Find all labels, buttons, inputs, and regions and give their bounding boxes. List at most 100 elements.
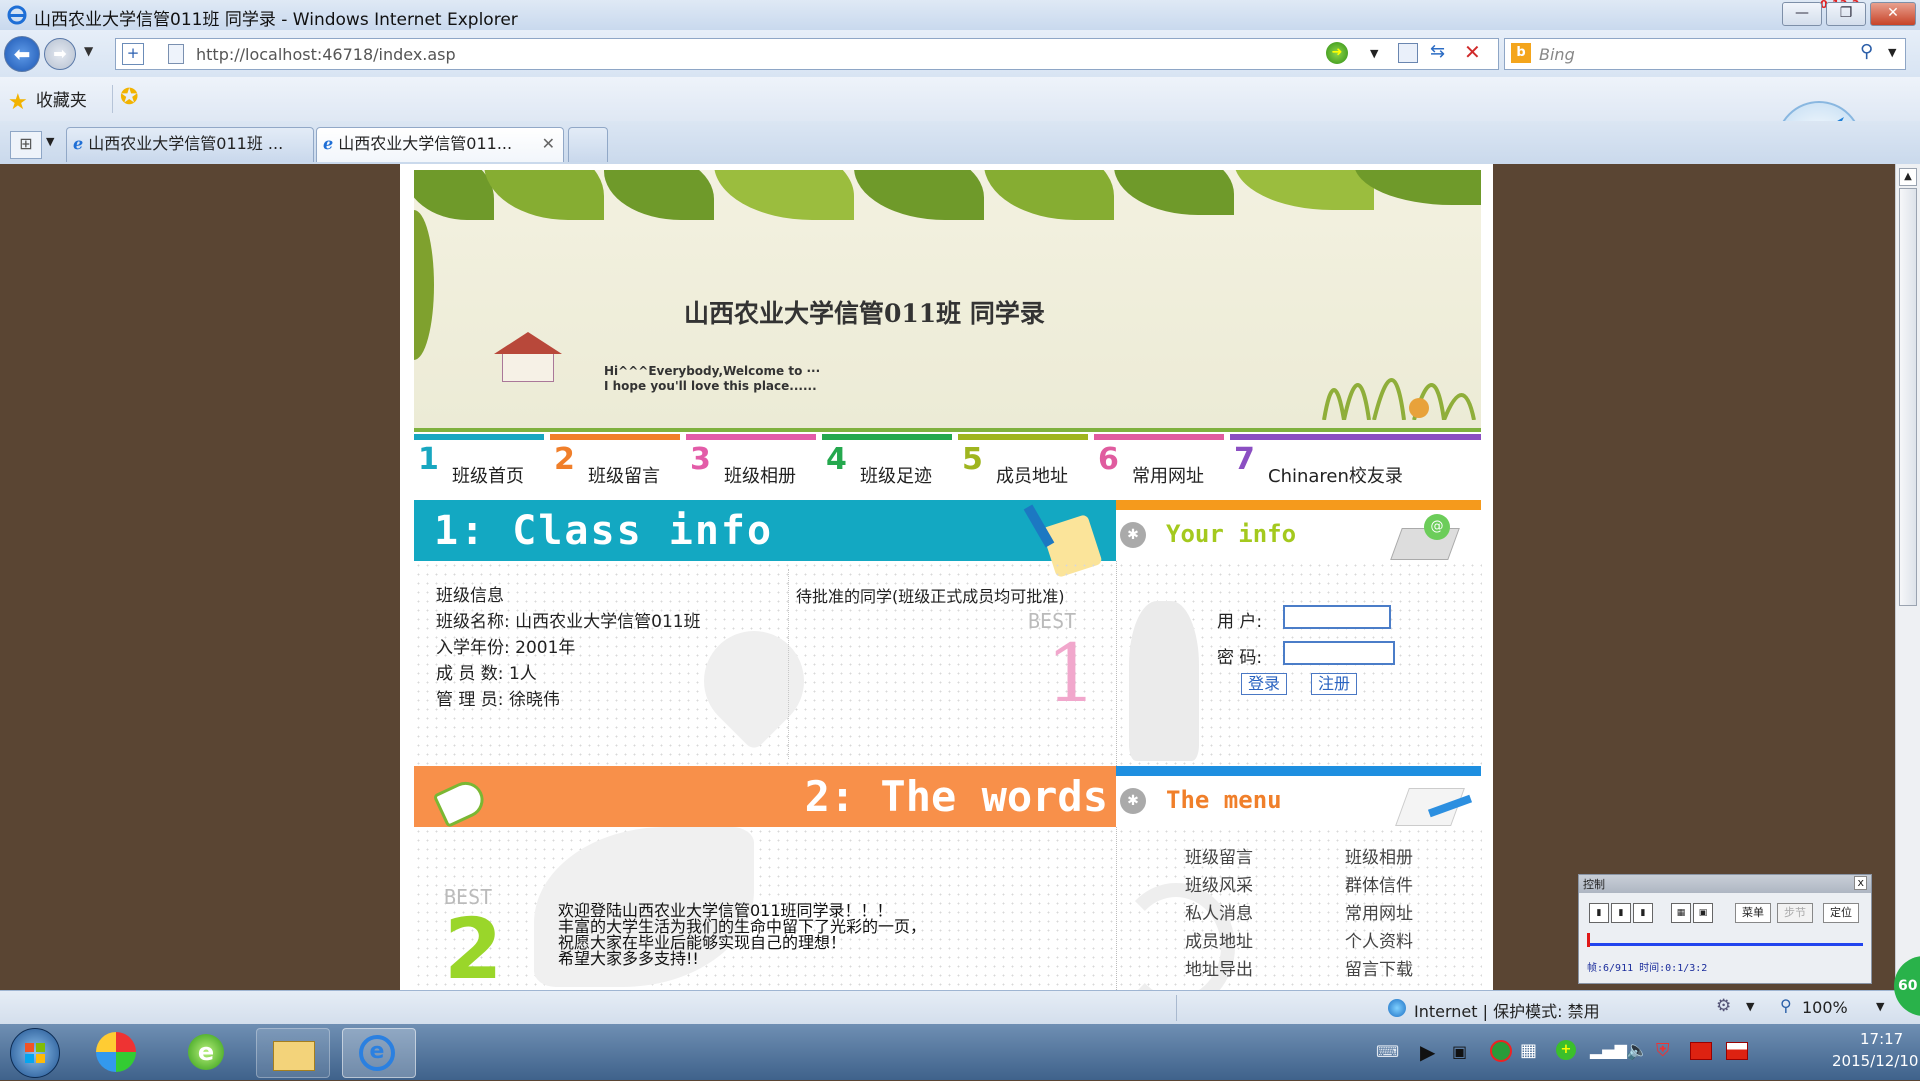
scroll-thumb[interactable] [1899, 188, 1917, 606]
enroll-year-row: 入学年份: 2001年 [436, 633, 575, 658]
tray-volume-icon[interactable]: 🔈 [1626, 1040, 1648, 1061]
zoom-level[interactable]: 100% [1802, 998, 1848, 1017]
control-step-button[interactable]: 步节 [1777, 903, 1813, 923]
laptop-icon: @ [1388, 514, 1460, 564]
taskbar-browser-icon[interactable]: e [172, 1028, 244, 1076]
control-btn-1-icon[interactable]: ▮ [1589, 903, 1609, 923]
search-box[interactable]: b Bing ⚲ ▼ [1504, 38, 1906, 70]
forward-button[interactable]: ➡ [44, 38, 76, 70]
nav-item-addresses[interactable]: 5 成员地址 [958, 434, 1088, 494]
quick-tabs-icon[interactable]: ⊞ [10, 131, 42, 159]
nav-item-chinaren[interactable]: 7 Chinaren校友录 [1230, 434, 1481, 494]
taskbar-explorer-icon[interactable] [256, 1028, 330, 1078]
menu-item-private-messages[interactable]: 私人消息 [1185, 899, 1253, 924]
clock-time[interactable]: 17:17 [1860, 1030, 1903, 1048]
add-tab-icon[interactable]: + [122, 43, 144, 65]
tray-plus-icon[interactable]: + [1556, 1040, 1576, 1060]
settings-icon[interactable]: ⚙ [1716, 996, 1731, 1016]
start-button[interactable] [10, 1028, 60, 1078]
nav-number: 7 [1234, 442, 1255, 477]
tray-flag-icon[interactable] [1690, 1042, 1712, 1060]
zoom-icon: ⚲ [1780, 996, 1792, 1015]
tray-record-icon[interactable] [1490, 1040, 1512, 1062]
bing-logo-icon: b [1511, 43, 1531, 63]
tab-list-dropdown-icon[interactable]: ▼ [46, 135, 54, 148]
tray-camera-icon[interactable]: ▣ [1452, 1042, 1467, 1061]
tab-close-icon[interactable]: ✕ [542, 128, 555, 160]
timeline-slider[interactable] [1587, 933, 1863, 947]
username-input[interactable] [1283, 605, 1391, 629]
menu-item-profile[interactable]: 个人资料 [1345, 927, 1413, 952]
compatibility-icon[interactable]: ➜ [1326, 42, 1348, 64]
class-info-header: 1: Class info [414, 500, 1116, 579]
leaf-decoration [854, 170, 984, 220]
minimize-button[interactable]: — [1782, 2, 1822, 26]
control-locate-button[interactable]: 定位 [1823, 903, 1859, 923]
address-field[interactable]: + http://localhost:46718/index.asp ➜ ▼ ⇆… [115, 38, 1499, 70]
nav-label: 班级足迹 [860, 466, 932, 487]
tray-signal-icon[interactable]: ▂▄▆ [1590, 1040, 1627, 1059]
security-zone[interactable]: Internet | 保护模式: 禁用 [1414, 998, 1600, 1022]
menu-item-address-export[interactable]: 地址导出 [1185, 955, 1253, 980]
back-button[interactable]: ⬅ [4, 36, 40, 72]
tray-network-icon[interactable]: ▦ [1520, 1040, 1537, 1061]
menu-item-album[interactable]: 班级相册 [1345, 843, 1413, 868]
tray-keyboard-icon[interactable]: ⌨ [1376, 1042, 1399, 1061]
control-btn-5-icon[interactable]: ▣ [1693, 903, 1713, 923]
rss-icon[interactable] [1398, 43, 1418, 63]
menu-item-links[interactable]: 常用网址 [1345, 899, 1413, 924]
register-button[interactable]: 注册 [1311, 673, 1357, 695]
stop-icon[interactable]: ✕ [1464, 40, 1481, 64]
refresh-icon[interactable]: ⇆ [1430, 41, 1445, 62]
taskbar-ie-icon[interactable]: e [342, 1028, 416, 1078]
settings-dropdown-icon[interactable]: ▼ [1746, 1000, 1754, 1013]
vertical-scrollbar[interactable]: ▲ [1895, 164, 1920, 990]
maximize-button[interactable]: ❐ [1826, 2, 1866, 26]
control-btn-4-icon[interactable]: ▦ [1671, 903, 1691, 923]
control-menu-button[interactable]: 菜单 [1735, 903, 1771, 923]
password-input[interactable] [1283, 641, 1395, 665]
ie-tab-icon: ℯ [73, 134, 84, 153]
star-badge-icon: ✱ [1120, 522, 1146, 548]
tab-1[interactable]: ℯ 山西农业大学信管011班 ... [66, 127, 314, 162]
search-icon[interactable]: ⚲ [1860, 41, 1873, 62]
tray-red-icon[interactable] [1726, 1042, 1748, 1060]
timeline-marker[interactable] [1587, 933, 1590, 947]
class-info-panel: 班级信息 班级名称: 山西农业大学信管011班 入学年份: 2001年 成 员 … [414, 561, 1116, 766]
menu-item-download-messages[interactable]: 留言下载 [1345, 955, 1413, 980]
address-dropdown-icon[interactable]: ▼ [1370, 47, 1378, 60]
add-favorite-icon[interactable]: ✪ [120, 85, 138, 110]
taskbar-app-colorful-icon[interactable] [86, 1028, 158, 1076]
tray-shield-icon[interactable]: ⛨ [1656, 1040, 1670, 1061]
search-dropdown-icon[interactable]: ▼ [1888, 46, 1896, 59]
new-tab-button[interactable] [568, 127, 608, 162]
ie-tab-icon: ℯ [323, 134, 334, 153]
tray-play-icon[interactable]: ▶ [1420, 1040, 1435, 1064]
menu-item-member-addresses[interactable]: 成员地址 [1185, 927, 1253, 952]
close-button[interactable]: ✕ [1870, 2, 1916, 26]
control-close-icon[interactable]: x [1854, 876, 1867, 890]
favorites-button[interactable]: ★ 收藏夹 [8, 86, 87, 115]
leaf-decoration [604, 170, 714, 220]
menu-title: The menu [1166, 786, 1282, 814]
nav-item-messages[interactable]: 2 班级留言 [550, 434, 680, 494]
control-btn-3-icon[interactable]: ▮ [1633, 903, 1653, 923]
nav-item-footprints[interactable]: 4 班级足迹 [822, 434, 952, 494]
tab-2[interactable]: ℯ 山西农业大学信管011... ✕ [316, 127, 564, 162]
clock-date[interactable]: 2015/12/10 [1832, 1052, 1918, 1070]
ie-logo-icon [7, 5, 27, 25]
history-dropdown-icon[interactable]: ▼ [84, 44, 93, 58]
words-panel: BEST 2 欢迎登陆山西农业大学信管011班同学录！！！ 丰富的大学生活为我们… [414, 827, 1116, 990]
login-button[interactable]: 登录 [1241, 673, 1287, 695]
nav-item-home[interactable]: 1 班级首页 [414, 434, 544, 494]
menu-item-style[interactable]: 班级风采 [1185, 871, 1253, 896]
nav-item-links[interactable]: 6 常用网址 [1094, 434, 1224, 494]
scroll-up-icon[interactable]: ▲ [1899, 168, 1917, 186]
nav-item-album[interactable]: 3 班级相册 [686, 434, 816, 494]
menu-item-messages[interactable]: 班级留言 [1185, 843, 1253, 868]
control-btn-2-icon[interactable]: ▮ [1611, 903, 1631, 923]
recorder-control-panel: 控制 x ▮ ▮ ▮ ▦ ▣ 菜单 步节 定位 帧:6/911 时间:0:1/3… [1578, 874, 1872, 984]
nav-number: 2 [554, 442, 575, 477]
menu-item-group-mail[interactable]: 群体信件 [1345, 871, 1413, 896]
zoom-dropdown-icon[interactable]: ▼ [1876, 1000, 1884, 1013]
